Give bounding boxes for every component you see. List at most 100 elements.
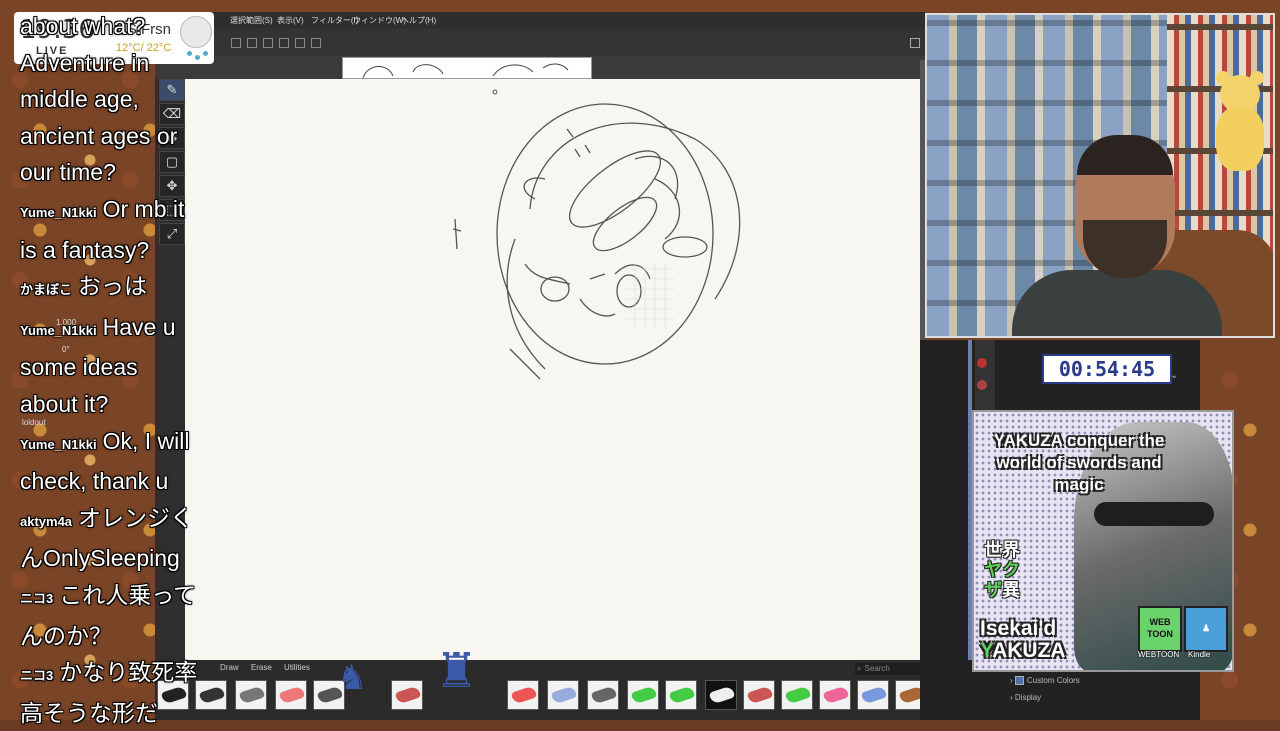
transform-icon[interactable] <box>263 38 273 48</box>
tab-utilities[interactable]: Utilities <box>284 663 310 672</box>
reading-person-icon: ♟ <box>1201 623 1211 633</box>
chat-text: check, thank u <box>20 468 169 495</box>
menu-view[interactable]: 表示(V) <box>277 15 304 26</box>
display-row[interactable]: › Display <box>1010 693 1041 702</box>
pixel-mascot-small-icon: ♞ <box>337 659 368 697</box>
tab-erase[interactable]: Erase <box>251 663 272 672</box>
chat-username: Yume_N1kki <box>20 204 97 220</box>
chat-overlay: about what? Adventure in middle age, anc… <box>20 13 240 731</box>
chat-text: is a fantasy? <box>20 236 150 263</box>
chat-text: Or mb it <box>102 195 185 222</box>
brush-slot[interactable] <box>507 680 539 710</box>
chat-text: かなり致死率 <box>59 659 198 686</box>
close-icon[interactable] <box>910 38 920 48</box>
chat-text: middle age, <box>20 86 139 113</box>
chat-text: オレンジく <box>78 504 194 531</box>
chat-text: Have u <box>102 313 176 340</box>
settings-icon[interactable] <box>311 38 321 48</box>
streamer-body <box>1012 270 1222 336</box>
teddy-bear <box>1212 71 1268 187</box>
drawing-app-window: 選択範囲(S) 表示(V) フィルター(I) ウィンドウ(W) ヘルプ(H) ✎… <box>155 12 925 680</box>
chat-text: んのか？ <box>20 622 112 649</box>
brush-slot[interactable] <box>781 680 813 710</box>
record-icon[interactable] <box>977 358 987 368</box>
chat-line: Adventure in <box>20 45 240 82</box>
record-icon[interactable] <box>977 380 987 390</box>
chat-username: Yume_N1kki <box>20 436 97 452</box>
manga-jp-suffix: 異 <box>1002 580 1020 600</box>
drawing-canvas[interactable] <box>185 79 925 675</box>
chat-username: Yume_N1kki <box>20 322 97 338</box>
flip-icon[interactable] <box>279 38 289 48</box>
chat-text: about what? <box>20 13 146 39</box>
command-bar <box>155 28 925 56</box>
redo-icon[interactable] <box>247 38 257 48</box>
brush-slot[interactable] <box>627 680 659 710</box>
chat-text: Adventure in <box>20 49 150 76</box>
chat-text: Ok, I will <box>102 427 190 454</box>
chat-text: our time? <box>20 159 116 186</box>
manga-subtitle: Isekai'd YAKUZA <box>980 618 1066 662</box>
yakuza-rest: AKUZA <box>992 639 1066 662</box>
brush-slot[interactable] <box>857 680 889 710</box>
menu-bar: 選択範囲(S) 表示(V) フィルター(I) ウィンドウ(W) ヘルプ(H) <box>155 12 925 28</box>
chat-text: 高そうな形だ <box>20 699 158 726</box>
kindle-badge[interactable]: ♟ <box>1184 606 1228 652</box>
chat-text: about it? <box>20 390 109 417</box>
webtoon-badge[interactable]: WEB TOON <box>1138 606 1182 652</box>
stream-timer: 00:54:45 <box>1042 354 1172 384</box>
chat-line: middle age, <box>20 81 240 118</box>
yakuza-y: Y <box>980 639 993 662</box>
menu-help[interactable]: ヘルプ(H) <box>401 15 436 26</box>
chat-username: aktym4a <box>20 513 73 529</box>
chat-line: Yume_N1kki Have u <box>20 309 240 350</box>
brush-slot[interactable] <box>275 680 307 710</box>
chat-text: これ人乗って <box>59 581 197 608</box>
chat-line: about it? <box>20 386 240 423</box>
chat-line: is a fantasy? <box>20 232 240 269</box>
chat-line: ancient ages or <box>20 118 240 155</box>
manga-title: YAKUZA conquer the world of swords and m… <box>993 431 1165 494</box>
sketch-drawing <box>452 89 741 380</box>
brush-slot[interactable] <box>587 680 619 710</box>
chat-line: ニコ3 かなり致死率 <box>20 654 240 695</box>
chat-text: おっは <box>78 273 148 300</box>
chat-line: 高そうな形だ <box>20 695 240 731</box>
brush-slot[interactable] <box>665 680 697 710</box>
custom-colors-row[interactable]: › Custom Colors <box>1010 676 1080 686</box>
chat-username: ニコ3 <box>20 668 54 684</box>
chat-username: かまぼこ <box>20 282 73 298</box>
manga-jp-prefix: 世界 <box>984 540 1020 560</box>
chat-username: ニコ3 <box>20 590 54 606</box>
webtoon-label: WEBTOON <box>1138 650 1180 659</box>
chat-text: ancient ages or <box>20 122 178 149</box>
reference-thumbnail-strip[interactable] <box>342 57 592 79</box>
brush-slot[interactable] <box>705 680 737 710</box>
custom-colors-checkbox[interactable] <box>1014 676 1024 686</box>
chevron-right-icon: › <box>1010 693 1013 702</box>
chat-line: aktym4a オレンジく <box>20 500 240 541</box>
chat-line: んOnlySleeping <box>20 540 240 577</box>
custom-colors-label: Custom Colors <box>1026 676 1080 685</box>
chat-text: some ideas <box>20 354 138 381</box>
brush-slot[interactable] <box>391 680 423 710</box>
brush-slot[interactable] <box>819 680 851 710</box>
webcam-feed <box>925 13 1275 338</box>
page-icon[interactable] <box>295 38 305 48</box>
chat-line: check, thank u <box>20 463 240 500</box>
brush-slot[interactable] <box>547 680 579 710</box>
chat-line: about what? <box>20 8 240 45</box>
chat-line: some ideas <box>20 349 240 386</box>
brush-library-bar: Draw Erase Utilities ⌕ Search ♞ ♜ <box>155 648 935 720</box>
display-label: Display <box>1014 693 1042 702</box>
manga-advert[interactable]: YAKUZA conquer the world of swords and m… <box>972 410 1234 672</box>
menu-filter[interactable]: フィルター(I) <box>311 15 358 26</box>
chat-line: our time? <box>20 154 240 191</box>
manga-japanese-title: 世界ヤクザ異 <box>984 540 1030 600</box>
chat-line: ニコ3 これ人乗って <box>20 577 240 618</box>
brush-search-placeholder: Search <box>864 664 890 673</box>
chat-text: んOnlySleeping <box>20 545 180 572</box>
menu-window[interactable]: ウィンドウ(W) <box>353 15 406 26</box>
isekai-line: Isekai'd <box>980 617 1057 640</box>
brush-slot[interactable] <box>743 680 775 710</box>
